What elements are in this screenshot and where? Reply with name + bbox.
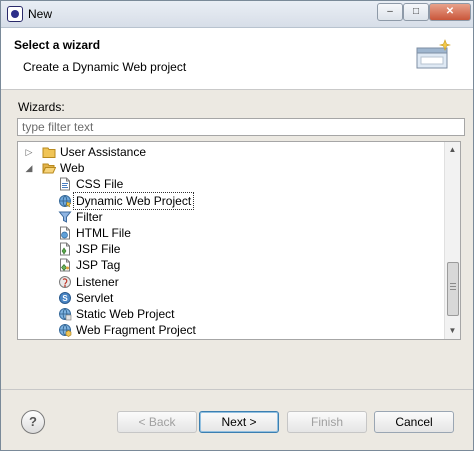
jsp-file-icon (58, 242, 72, 256)
tree-item[interactable]: CSS File (18, 176, 438, 192)
button-bar-separator (1, 389, 473, 390)
tree-item[interactable]: Listener (18, 274, 438, 290)
tree-item-label: JSP File (76, 242, 121, 257)
eclipse-icon (7, 6, 23, 22)
folder-icon (42, 145, 56, 159)
page-description: Create a Dynamic Web project (23, 60, 187, 74)
tree-item[interactable]: ◢ Web (18, 160, 438, 176)
listener-icon (58, 275, 72, 289)
servlet-icon: S (58, 291, 72, 305)
tree-item-label: Web (60, 161, 85, 176)
tree-item-label: Servlet (76, 290, 114, 305)
wizard-banner-icon (416, 39, 451, 69)
tree-item-label: JSP Tag (76, 258, 121, 273)
tree-item[interactable]: JSP Tag (18, 257, 438, 273)
tree-item[interactable]: Static Web Project (18, 306, 438, 322)
tree-item-label: Listener (76, 274, 119, 289)
dynamic-web-project-icon (58, 194, 72, 208)
wizard-tree[interactable]: ▷ User Assistance ◢ Web CSS File Dynamic Web … (17, 141, 461, 340)
cancel-button[interactable]: Cancel (374, 411, 454, 433)
tree-item-label: Dynamic Web Project (72, 191, 195, 210)
svg-text:S: S (62, 294, 68, 303)
minimize-button[interactable]: – (377, 3, 403, 21)
maximize-button[interactable]: □ (403, 3, 429, 21)
expand-toggle-icon[interactable]: ▷ (24, 144, 34, 160)
folder-open-icon (42, 161, 57, 175)
new-wizard-dialog: New – □ ✕ Select a wizard Create a Dynam… (0, 0, 474, 451)
back-button[interactable]: < Back (117, 411, 197, 433)
close-button[interactable]: ✕ (429, 3, 471, 21)
tree-item-label: User Assistance (60, 145, 147, 159)
tree-item-label: Filter (76, 209, 103, 224)
tree-item[interactable]: S Servlet (18, 290, 438, 306)
tree-item-label: Web Fragment Project (76, 323, 196, 338)
wizards-label: Wizards: (18, 100, 65, 114)
title-bar[interactable]: New – □ ✕ (1, 1, 473, 28)
next-button[interactable]: Next > (199, 411, 279, 433)
tree-item[interactable]: ▷ User Assistance (18, 144, 438, 160)
collapse-toggle-icon[interactable]: ◢ (24, 160, 34, 176)
help-button[interactable]: ? (21, 410, 45, 434)
scroll-up-icon[interactable]: ▲ (445, 143, 460, 157)
tree-item[interactable]: Filter (18, 209, 438, 225)
html-file-icon (58, 226, 72, 240)
tree-item-label: HTML File (76, 226, 131, 240)
scroll-down-icon[interactable]: ▼ (445, 324, 460, 338)
vertical-scrollbar[interactable]: ▲ ▼ (444, 142, 460, 339)
tree-item[interactable]: HTML File (18, 225, 438, 241)
scroll-thumb[interactable] (447, 262, 459, 316)
tree-item[interactable]: JSP File (18, 241, 438, 257)
tree-item-label: Static Web Project (76, 307, 175, 321)
filter-icon (58, 210, 72, 224)
tree-item-label: CSS File (76, 177, 124, 192)
jsp-tag-icon (58, 258, 72, 272)
wizard-header: Select a wizard Create a Dynamic Web pro… (1, 28, 473, 90)
tree-item[interactable]: Web Fragment Project (18, 322, 438, 338)
finish-button[interactable]: Finish (287, 411, 367, 433)
page-title: Select a wizard (14, 38, 101, 52)
tree-item[interactable]: Dynamic Web Project (18, 191, 438, 210)
web-fragment-project-icon (58, 323, 72, 338)
window-title: New (28, 7, 53, 21)
static-web-project-icon (58, 307, 72, 321)
filter-input[interactable] (17, 118, 465, 136)
css-file-icon (58, 177, 72, 191)
